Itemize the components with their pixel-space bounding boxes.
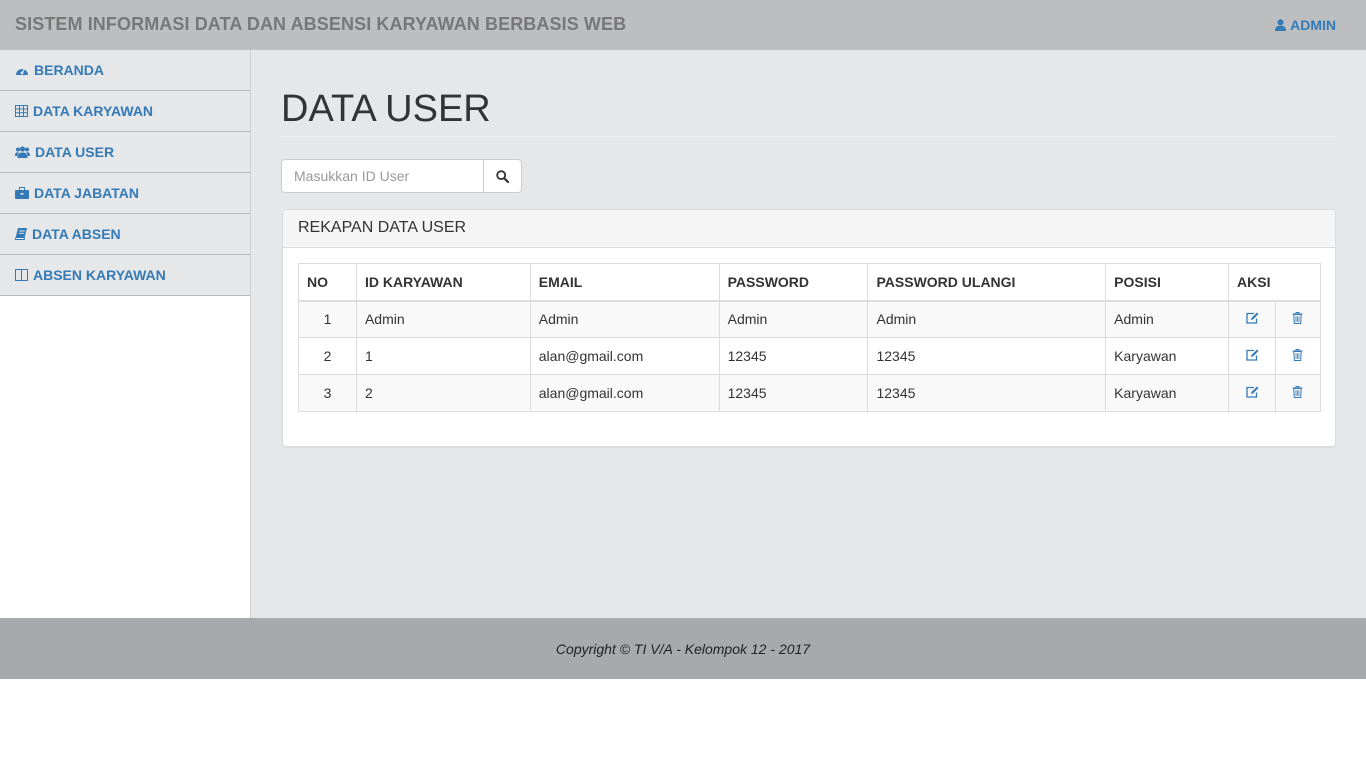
columns-icon [15, 269, 28, 281]
main-content: DATA USER REKAPAN DATA USER NO ID KARYAW… [251, 50, 1366, 618]
panel-title: REKAPAN DATA USER [283, 210, 1335, 248]
column-header-id-karyawan: ID KARYAWAN [355, 263, 531, 302]
edit-button[interactable] [1228, 300, 1276, 338]
cell-posisi: Karyawan [1105, 337, 1230, 375]
column-header-password-ulangi: PASSWORD ULANGI [867, 263, 1107, 302]
cell-email: Admin [529, 300, 720, 338]
column-header-password: PASSWORD [718, 263, 869, 302]
cell-password: 12345 [718, 337, 869, 375]
page-title: DATA USER [281, 88, 491, 130]
sidebar-item-data-karyawan[interactable]: DATA KARYAWAN [0, 91, 250, 132]
cell-posisi: Admin [1105, 300, 1230, 338]
cell-email: alan@gmail.com [529, 337, 720, 375]
sidebar-item-label: DATA ABSEN [32, 226, 121, 242]
sidebar-item-label: DATA JABATAN [34, 185, 139, 201]
app-title[interactable]: SISTEM INFORMASI DATA DAN ABSENSI KARYAW… [15, 14, 626, 35]
top-navbar: SISTEM INFORMASI DATA DAN ABSENSI KARYAW… [0, 0, 1366, 50]
cell-password-ulangi: Admin [867, 300, 1107, 338]
sidebar-item-label: DATA USER [35, 144, 115, 160]
sidebar-item-label: DATA KARYAWAN [33, 103, 154, 119]
delete-button[interactable] [1274, 337, 1322, 375]
users-icon [15, 146, 30, 158]
table-icon [15, 105, 28, 117]
cell-password: Admin [718, 300, 869, 338]
delete-button[interactable] [1274, 374, 1322, 412]
edit-icon [1245, 386, 1259, 398]
cell-no: 1 [298, 300, 357, 338]
sidebar-item-data-user[interactable]: DATA USER [0, 132, 250, 173]
cell-posisi: Karyawan [1105, 374, 1230, 412]
sidebar-item-label: ABSEN KARYAWAN [33, 267, 166, 283]
copyright-text: Copyright © TI V/A - Kelompok 12 - 2017 [555, 640, 811, 657]
sidebar-item-data-jabatan[interactable]: DATA JABATAN [0, 173, 250, 214]
edit-icon [1245, 349, 1259, 361]
user-icon [1275, 19, 1287, 31]
delete-button[interactable] [1274, 300, 1322, 338]
briefcase-icon [15, 187, 29, 199]
sidebar-item-absen-karyawan[interactable]: ABSEN KARYAWAN [0, 255, 250, 296]
trash-icon [1292, 349, 1303, 361]
sidebar: BERANDA DATA KARYAWAN DATA USER DATA JAB… [0, 50, 251, 618]
footer: Copyright © TI V/A - Kelompok 12 - 2017 [0, 618, 1366, 679]
cell-email: alan@gmail.com [529, 374, 720, 412]
cell-id-karyawan: 1 [355, 337, 531, 375]
sidebar-item-label: BERANDA [34, 62, 104, 78]
column-header-no: NO [298, 263, 357, 302]
search-group [281, 159, 522, 193]
cell-password: 12345 [718, 374, 869, 412]
user-menu[interactable]: ADMIN [1275, 17, 1336, 33]
trash-icon [1292, 312, 1303, 325]
edit-button[interactable] [1228, 374, 1276, 412]
trash-icon [1292, 386, 1303, 398]
cell-no: 2 [298, 337, 357, 375]
table-row: 1 Admin Admin Admin Admin Admin [298, 300, 1322, 338]
edit-icon [1245, 312, 1259, 324]
edit-button[interactable] [1228, 337, 1276, 375]
cell-password-ulangi: 12345 [867, 337, 1107, 375]
sidebar-item-data-absen[interactable]: DATA ABSEN [0, 214, 250, 255]
column-header-posisi: POSISI [1105, 263, 1230, 302]
table-row: 2 1 alan@gmail.com 12345 12345 Karyawan [298, 337, 1322, 375]
table-header-row: NO ID KARYAWAN EMAIL PASSWORD PASSWORD U… [298, 263, 1321, 302]
column-header-aksi: AKSI [1228, 263, 1321, 302]
title-divider [281, 136, 1335, 137]
column-header-email: EMAIL [529, 263, 720, 302]
search-icon [496, 169, 509, 183]
user-menu-label: ADMIN [1290, 17, 1336, 33]
cell-password-ulangi: 12345 [867, 374, 1107, 412]
user-data-panel: REKAPAN DATA USER NO ID KARYAWAN EMAIL P… [282, 209, 1336, 447]
search-button[interactable] [484, 159, 522, 193]
user-table: NO ID KARYAWAN EMAIL PASSWORD PASSWORD U… [298, 263, 1322, 412]
cell-id-karyawan: 2 [355, 374, 531, 412]
cell-no: 3 [298, 374, 357, 412]
book-icon [15, 228, 27, 240]
search-input[interactable] [281, 159, 484, 193]
dashboard-icon [16, 67, 28, 75]
table-row: 3 2 alan@gmail.com 12345 12345 Karyawan [298, 374, 1322, 412]
sidebar-item-beranda[interactable]: BERANDA [0, 50, 250, 91]
cell-id-karyawan: Admin [355, 300, 531, 338]
